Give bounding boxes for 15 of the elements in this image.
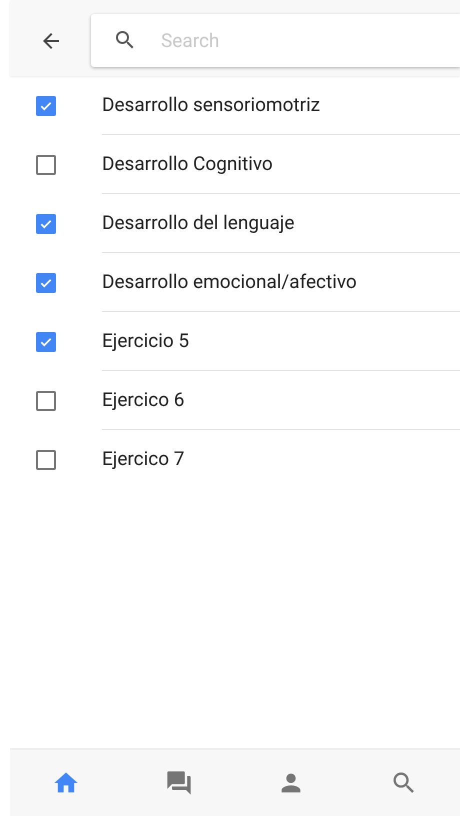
- item-label: Ejercicio 5: [102, 328, 190, 354]
- checkbox[interactable]: [36, 450, 56, 470]
- checkbox[interactable]: [36, 390, 56, 410]
- chat-bubbles-icon: [164, 769, 193, 797]
- item-label: Ejercico 7: [102, 446, 184, 472]
- item-label: Desarrollo emocional/afectivo: [102, 268, 357, 295]
- checkbox[interactable]: [36, 272, 56, 292]
- item-label: Ejercico 6: [102, 386, 184, 413]
- item-label: Desarrollo sensoriomotriz: [102, 92, 320, 118]
- item-label: Desarrollo del lenguaje: [102, 210, 294, 236]
- checkbox[interactable]: [36, 214, 56, 234]
- checkbox[interactable]: [36, 332, 56, 352]
- checkbox[interactable]: [36, 96, 56, 116]
- item-label: Desarrollo Cognitivo: [102, 150, 273, 177]
- checkbox[interactable]: [36, 154, 56, 174]
